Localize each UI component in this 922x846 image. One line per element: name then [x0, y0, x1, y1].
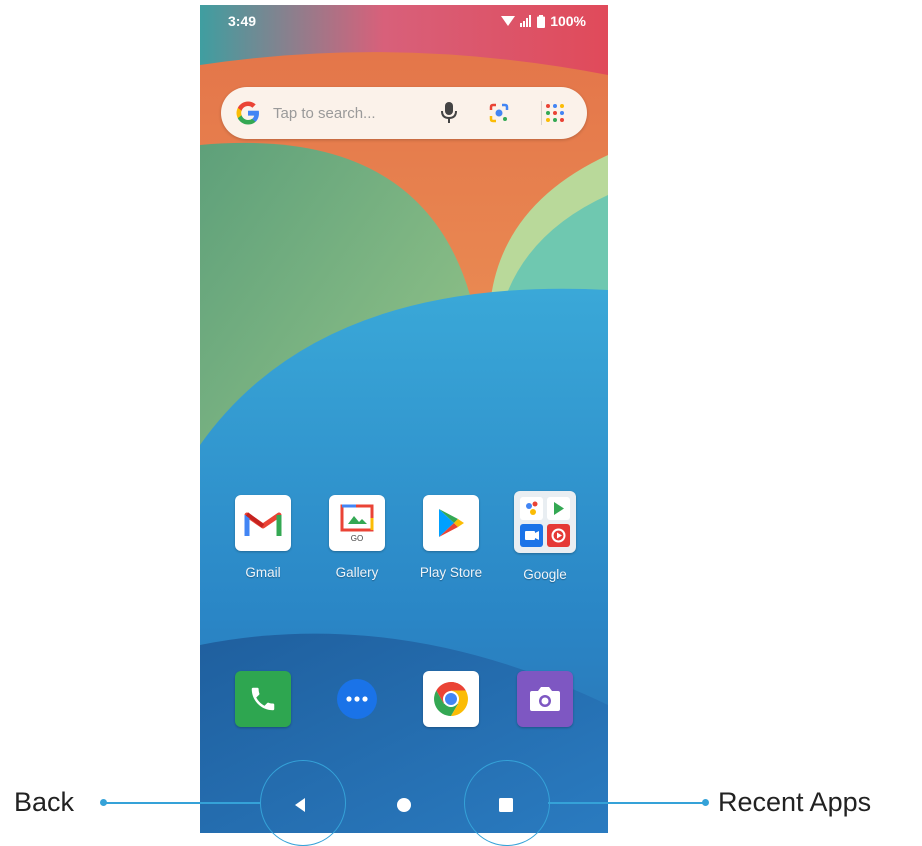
back-callout-circle	[260, 760, 346, 846]
gallery-go-icon: GO	[329, 495, 385, 551]
app-label: Play Store	[419, 565, 483, 580]
app-google-folder[interactable]: Google	[500, 491, 590, 582]
recent-callout-line	[548, 802, 706, 804]
phone-icon	[235, 671, 291, 727]
dock-phone[interactable]	[218, 671, 308, 727]
dock-messages[interactable]	[312, 671, 402, 727]
phone-screen: 3:49 100% Tap to search... Gmail GO Gall…	[200, 5, 608, 833]
home-circle-icon	[397, 798, 411, 812]
battery-icon	[537, 14, 546, 28]
battery-percent: 100%	[550, 13, 586, 29]
home-button[interactable]	[382, 783, 426, 827]
signal-icon	[520, 15, 532, 27]
app-label: Google	[523, 567, 567, 582]
dock-camera[interactable]	[500, 671, 590, 727]
recent-callout-dot	[702, 799, 709, 806]
wifi-icon	[501, 16, 516, 26]
google-folder-icon	[514, 491, 576, 553]
dock-chrome[interactable]	[406, 671, 496, 727]
mic-icon[interactable]	[435, 99, 463, 127]
app-gallery[interactable]: GO Gallery	[312, 495, 402, 580]
app-gmail[interactable]: Gmail	[218, 495, 308, 580]
status-bar: 3:49 100%	[200, 5, 608, 35]
chrome-icon	[423, 671, 479, 727]
app-label: Gallery	[335, 565, 379, 580]
status-time: 3:49	[228, 13, 257, 29]
google-lens-icon[interactable]	[485, 99, 513, 127]
camera-icon	[517, 671, 573, 727]
search-input[interactable]	[273, 102, 423, 124]
back-callout-line	[104, 802, 260, 804]
status-icons: 100%	[501, 13, 586, 29]
gmail-icon	[235, 495, 291, 551]
app-label: Gmail	[245, 565, 281, 580]
app-play-store[interactable]: Play Store	[406, 495, 496, 580]
google-search-bar[interactable]	[221, 87, 587, 139]
google-logo-icon	[236, 101, 259, 125]
recent-callout-circle	[464, 760, 550, 846]
messages-icon	[329, 671, 385, 727]
app-grid-icon[interactable]	[541, 99, 569, 127]
back-callout-label: Back	[14, 787, 75, 817]
recent-apps-callout-label: Recent Apps	[718, 787, 872, 817]
back-callout-dot	[100, 799, 107, 806]
play-store-icon	[423, 495, 479, 551]
gallery-go-text: GO	[350, 533, 364, 543]
